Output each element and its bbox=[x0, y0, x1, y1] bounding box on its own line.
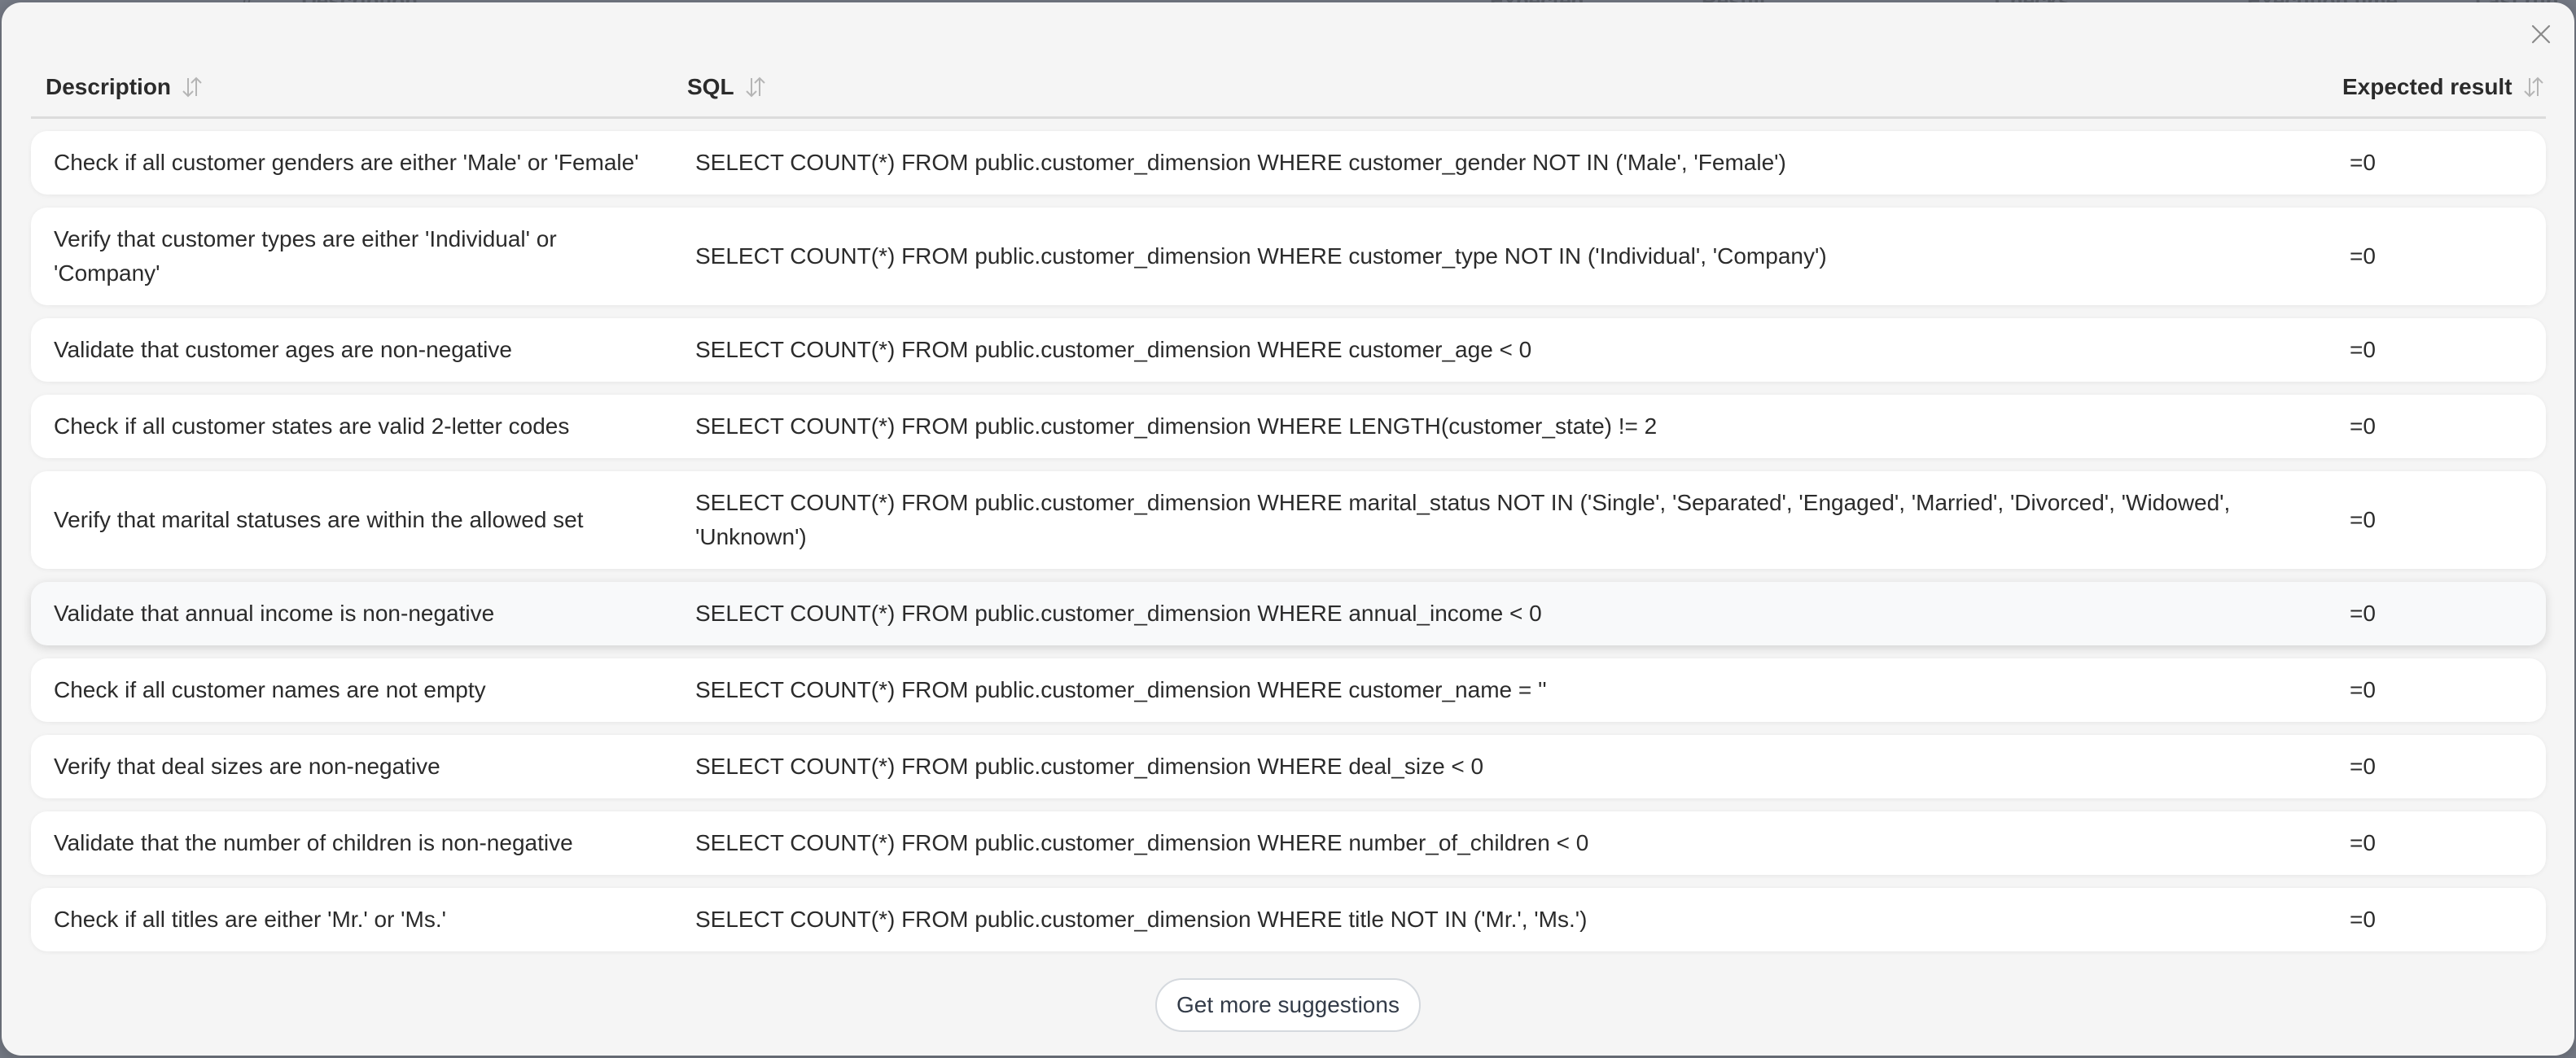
cell-sql: SELECT COUNT(*) FROM public.customer_dim… bbox=[695, 601, 1542, 626]
cell-expected-result: =0 bbox=[2350, 337, 2376, 362]
cell-expected-result: =0 bbox=[2350, 754, 2376, 779]
suggestions-table-body: Check if all customer genders are either… bbox=[31, 131, 2546, 964]
column-header-label: Expected result bbox=[2342, 74, 2512, 99]
column-header-expected-result[interactable]: Expected result bbox=[2342, 74, 2545, 100]
table-row[interactable]: Check if all titles are either 'Mr.' or … bbox=[31, 888, 2546, 951]
cell-description: Verify that deal sizes are non-negative bbox=[54, 754, 440, 779]
cell-sql: SELECT COUNT(*) FROM public.customer_dim… bbox=[695, 754, 1484, 779]
cell-description: Verify that customer types are either 'I… bbox=[54, 226, 557, 286]
column-header-description[interactable]: Description bbox=[46, 74, 204, 100]
table-header: Description SQL Expected result bbox=[31, 58, 2546, 119]
cell-expected-result: =0 bbox=[2350, 507, 2376, 532]
cell-sql: SELECT COUNT(*) FROM public.customer_dim… bbox=[695, 830, 1589, 855]
cell-expected-result: =0 bbox=[2350, 413, 2376, 439]
cell-description: Validate that customer ages are non-nega… bbox=[54, 337, 512, 362]
close-icon bbox=[2529, 22, 2553, 46]
cell-sql: SELECT COUNT(*) FROM public.customer_dim… bbox=[695, 413, 1658, 439]
close-button[interactable] bbox=[2529, 22, 2553, 46]
get-more-suggestions-button[interactable]: Get more suggestions bbox=[1155, 978, 1421, 1032]
cell-sql: SELECT COUNT(*) FROM public.customer_dim… bbox=[695, 490, 2231, 549]
cell-description: Validate that annual income is non-negat… bbox=[54, 601, 495, 626]
cell-description: Check if all customer names are not empt… bbox=[54, 677, 486, 702]
table-row[interactable]: Verify that customer types are either 'I… bbox=[31, 208, 2546, 305]
table-row[interactable]: Check if all customer genders are either… bbox=[31, 131, 2546, 195]
table-row[interactable]: Validate that the number of children is … bbox=[31, 811, 2546, 875]
cell-sql: SELECT COUNT(*) FROM public.customer_dim… bbox=[695, 677, 1547, 702]
table-row[interactable]: Validate that annual income is non-negat… bbox=[31, 582, 2546, 645]
column-header-sql[interactable]: SQL bbox=[687, 74, 767, 100]
cell-expected-result: =0 bbox=[2350, 830, 2376, 855]
table-row[interactable]: Verify that marital statuses are within … bbox=[31, 471, 2546, 569]
cell-sql: SELECT COUNT(*) FROM public.customer_dim… bbox=[695, 150, 1786, 175]
sort-icon[interactable] bbox=[2522, 75, 2545, 99]
table-row[interactable]: Check if all customer states are valid 2… bbox=[31, 395, 2546, 458]
cell-description: Check if all customer genders are either… bbox=[54, 150, 639, 175]
cell-sql: SELECT COUNT(*) FROM public.customer_dim… bbox=[695, 337, 1532, 362]
cell-expected-result: =0 bbox=[2350, 601, 2376, 626]
sort-icon[interactable] bbox=[181, 75, 204, 99]
cell-expected-result: =0 bbox=[2350, 907, 2376, 932]
cell-sql: SELECT COUNT(*) FROM public.customer_dim… bbox=[695, 243, 1827, 269]
table-row[interactable]: Check if all customer names are not empt… bbox=[31, 658, 2546, 722]
cell-description: Verify that marital statuses are within … bbox=[54, 507, 584, 532]
table-row[interactable]: Validate that customer ages are non-nega… bbox=[31, 318, 2546, 382]
suggestions-modal: Description SQL Expected result Check if… bbox=[2, 2, 2574, 1056]
sort-icon[interactable] bbox=[744, 75, 767, 99]
cell-description: Check if all titles are either 'Mr.' or … bbox=[54, 907, 446, 932]
cell-description: Validate that the number of children is … bbox=[54, 830, 573, 855]
cell-description: Check if all customer states are valid 2… bbox=[54, 413, 570, 439]
cell-expected-result: =0 bbox=[2350, 150, 2376, 175]
column-header-label: SQL bbox=[687, 74, 734, 99]
cell-expected-result: =0 bbox=[2350, 243, 2376, 269]
cell-expected-result: =0 bbox=[2350, 677, 2376, 702]
cell-sql: SELECT COUNT(*) FROM public.customer_dim… bbox=[695, 907, 1588, 932]
column-header-label: Description bbox=[46, 74, 172, 99]
table-row[interactable]: Verify that deal sizes are non-negative … bbox=[31, 735, 2546, 798]
